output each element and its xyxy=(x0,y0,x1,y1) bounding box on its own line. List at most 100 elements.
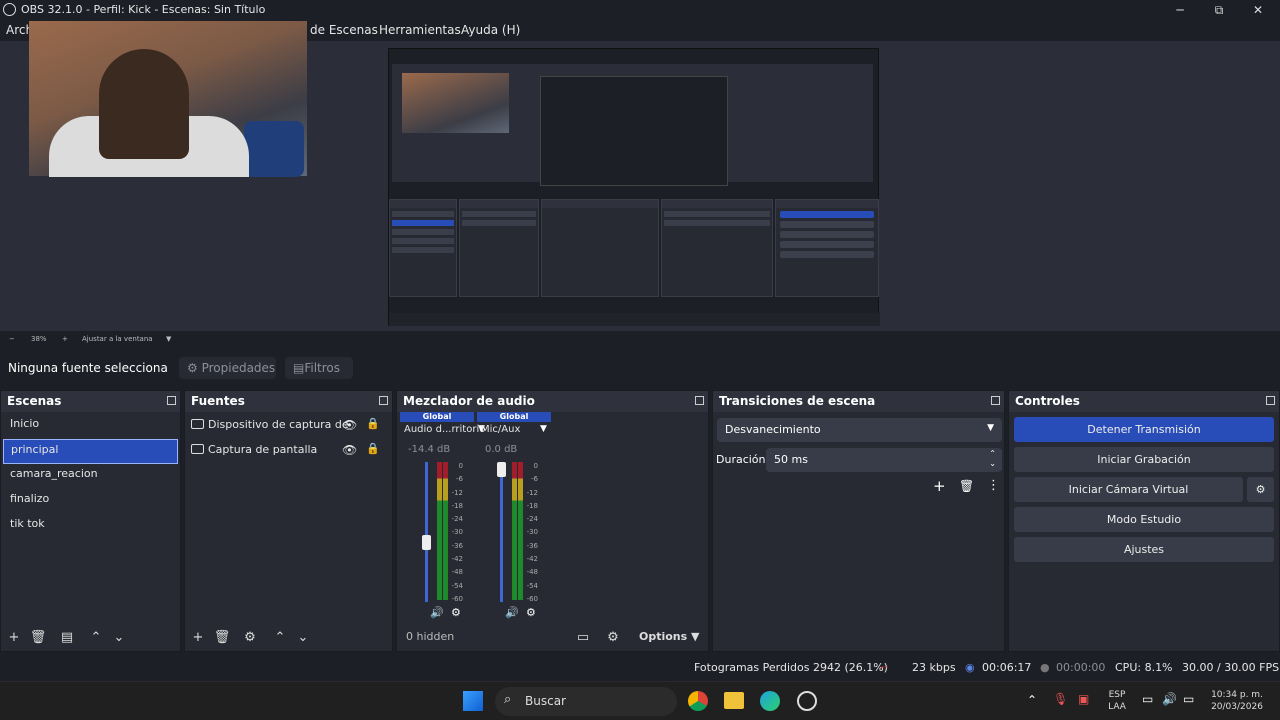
db-scale: 0 -6 -12 -18 -24 -30 -36 -42 -48 -54 -60 xyxy=(526,462,538,603)
zoom-fit-label[interactable]: Ajustar a la ventana xyxy=(82,335,153,343)
no-source-label: Ninguna fuente selecciona xyxy=(8,361,168,375)
settings-button[interactable]: Ajustes xyxy=(1014,537,1274,562)
audio-settings-icon[interactable]: ⚙ xyxy=(451,606,461,619)
volume-slider-knob[interactable] xyxy=(422,535,431,550)
menu-tools[interactable]: Herramientas xyxy=(379,23,461,37)
tray-expand-icon[interactable]: ⌃ xyxy=(1027,693,1037,707)
controls-header: Controles xyxy=(1009,391,1279,412)
language-indicator[interactable]: ESP LAA xyxy=(1104,689,1130,713)
eye-icon[interactable]: 👁 xyxy=(342,443,357,457)
speaker-icon[interactable]: 🔊 xyxy=(505,606,519,619)
obs-taskbar-icon[interactable] xyxy=(797,691,817,711)
edge-icon[interactable] xyxy=(760,691,780,711)
undock-icon[interactable] xyxy=(991,396,1000,405)
battery-icon[interactable]: ▭ xyxy=(1183,692,1194,706)
stepper-icon[interactable]: ⌃ ⌄ xyxy=(989,449,996,469)
filter-icon: ▤ xyxy=(293,361,305,375)
source-item[interactable]: Captura de pantalla 👁 🔒 xyxy=(185,439,392,464)
nested-controls-dock xyxy=(775,199,879,297)
mixer-footer: 0 hidden ▭ ⚙ Options ▼ xyxy=(397,625,708,651)
filters-button[interactable]: ▤Filtros xyxy=(285,357,353,379)
taskbar-search[interactable]: ⌕ Buscar xyxy=(495,687,677,716)
lock-icon[interactable]: 🔒 xyxy=(366,417,380,430)
transition-value: Desvanecimiento xyxy=(725,423,821,436)
virtual-camera-settings-icon[interactable]: ⚙ xyxy=(1247,477,1274,502)
volume-slider-knob[interactable] xyxy=(497,462,506,477)
scene-item[interactable]: tik tok xyxy=(3,514,178,539)
add-source-button[interactable]: + xyxy=(189,629,207,647)
mixer-title: Mezclador de audio xyxy=(403,394,535,408)
move-up-button[interactable]: ⌃ xyxy=(271,629,289,647)
volume-icon[interactable]: 🔊 xyxy=(1162,692,1177,706)
nested-docks xyxy=(389,199,880,299)
scene-item[interactable]: Inicio xyxy=(3,414,178,439)
move-down-button[interactable]: ⌄ xyxy=(110,629,128,647)
scenes-footer: + 🗑 ▤ ⌃ ⌄ xyxy=(1,625,180,651)
clock[interactable]: 10:34 p. m. 20/03/2026 xyxy=(1207,689,1267,713)
zoom-bar: − 38% + Ajustar a la ventana ▼ xyxy=(0,332,1280,346)
global-badge: Global xyxy=(400,412,474,422)
network-icon[interactable]: ▭ xyxy=(1142,692,1153,706)
scene-item[interactable]: camara_reacion xyxy=(3,464,178,489)
windows-start-icon[interactable] xyxy=(463,691,483,711)
properties-button[interactable]: ⚙ Propiedades xyxy=(179,357,276,379)
remove-transition-button[interactable]: 🗑 xyxy=(959,479,974,493)
undock-icon[interactable] xyxy=(167,396,176,405)
zoom-in-button[interactable]: + xyxy=(62,335,68,343)
fps-counter: 30.00 / 30.00 FPS xyxy=(1182,661,1280,674)
add-scene-button[interactable]: + xyxy=(5,629,23,647)
stream-icon: ◉ xyxy=(965,661,975,674)
controls-dock: Controles Detener Transmisión Iniciar Gr… xyxy=(1008,390,1280,652)
channel-name[interactable]: Mic/Aux xyxy=(481,424,520,435)
zoom-dropdown-icon[interactable]: ▼ xyxy=(166,335,171,343)
start-virtual-camera-button[interactable]: Iniciar Cámara Virtual xyxy=(1014,477,1243,502)
duration-input[interactable]: 50 ms ⌃ ⌄ xyxy=(766,448,1002,472)
preview-canvas[interactable] xyxy=(0,21,1280,331)
source-item[interactable]: Dispositivo de captura de 👁 🔒 xyxy=(185,414,392,439)
move-down-button[interactable]: ⌄ xyxy=(294,629,312,647)
close-button[interactable]: ✕ xyxy=(1248,2,1268,18)
transition-more-button[interactable]: ⋮ xyxy=(987,478,1000,493)
mixer-settings-button[interactable]: ⚙ xyxy=(604,629,622,647)
undock-icon[interactable] xyxy=(695,396,704,405)
volume-slider[interactable] xyxy=(425,462,428,602)
minimize-button[interactable]: ─ xyxy=(1170,2,1190,18)
undock-icon[interactable] xyxy=(1266,396,1275,405)
volume-slider[interactable] xyxy=(500,462,503,602)
speaker-icon[interactable]: 🔊 xyxy=(430,606,444,619)
move-up-button[interactable]: ⌃ xyxy=(87,629,105,647)
microphone-icon[interactable]: 🎙 xyxy=(1053,692,1068,706)
remove-source-button[interactable]: 🗑 xyxy=(213,629,231,647)
maximize-button[interactable]: ⧉ xyxy=(1209,2,1229,18)
start-recording-button[interactable]: Iniciar Grabación xyxy=(1014,447,1274,472)
tray-app-icon[interactable]: ▣ xyxy=(1078,692,1089,706)
add-transition-button[interactable]: + xyxy=(933,477,946,495)
undock-icon[interactable] xyxy=(379,396,388,405)
audio-settings-icon[interactable]: ⚙ xyxy=(526,606,536,619)
scene-filters-button[interactable]: ▤ xyxy=(58,629,76,647)
stop-stream-button[interactable]: Detener Transmisión xyxy=(1014,417,1274,442)
menu-scene-collection[interactable]: de Escenas xyxy=(310,23,378,37)
remove-scene-button[interactable]: 🗑 xyxy=(29,629,47,647)
studio-mode-button[interactable]: Modo Estudio xyxy=(1014,507,1274,532)
lock-icon[interactable]: 🔒 xyxy=(366,442,380,455)
source-properties-button[interactable]: ⚙ xyxy=(241,629,259,647)
channel-name[interactable]: Audio d...rritorio xyxy=(404,424,485,435)
mixer-layout-button[interactable]: ▭ xyxy=(574,629,592,647)
status-bar: Fotogramas Perdidos 2942 (26.1%) ⌐ 23 kb… xyxy=(0,657,1280,679)
scene-item-selected[interactable]: principal xyxy=(3,439,178,464)
gear-icon: ⚙ xyxy=(187,361,198,375)
transition-select[interactable]: Desvanecimiento ▼ xyxy=(717,418,1002,442)
eye-icon[interactable]: 👁 xyxy=(342,418,357,432)
scene-item[interactable]: finalizo xyxy=(3,489,178,514)
search-label: Buscar xyxy=(525,694,566,708)
options-button[interactable]: Options ▼ xyxy=(639,630,700,643)
zoom-out-button[interactable]: − xyxy=(9,335,15,343)
menu-help[interactable]: Ayuda (H) xyxy=(461,23,520,37)
channel-dropdown-icon[interactable]: ▼ xyxy=(540,424,547,434)
chrome-icon[interactable] xyxy=(688,691,708,711)
nested-mixer-dock xyxy=(541,199,659,297)
duration-label: Duración xyxy=(716,453,766,466)
file-explorer-icon[interactable] xyxy=(724,692,744,709)
windows-taskbar: ⌕ Buscar ⌃ 🎙 ▣ ESP LAA ▭ 🔊 ▭ 10:34 p. m. 20… xyxy=(0,681,1280,720)
